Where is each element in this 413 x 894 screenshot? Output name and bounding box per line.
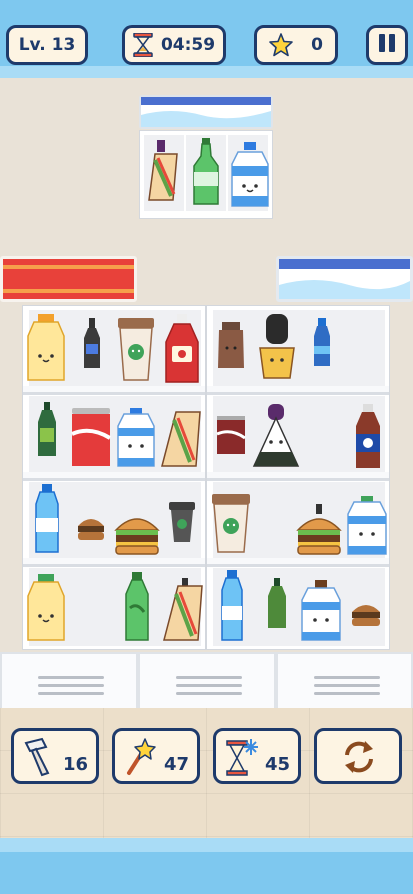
orange-juice-item[interactable] bbox=[26, 574, 66, 646]
sandwich-item[interactable] bbox=[162, 578, 204, 646]
ketchup-item[interactable] bbox=[164, 314, 200, 388]
cola-can-item[interactable] bbox=[216, 416, 246, 460]
magic-wand-count: 47 bbox=[163, 754, 189, 775]
bottom-cabinet-middle bbox=[138, 652, 276, 710]
freeze-time-tool-button[interactable]: 45 bbox=[213, 728, 301, 784]
bottom-strip bbox=[0, 838, 413, 894]
water-bottle-item[interactable] bbox=[218, 570, 246, 646]
bottom-cabinet-right bbox=[276, 652, 413, 710]
sandwich-item[interactable] bbox=[160, 410, 202, 472]
magic-wand-tool-button[interactable]: 47 bbox=[112, 728, 200, 784]
green-bottle-item[interactable] bbox=[36, 402, 58, 462]
star-badge: 0 bbox=[254, 25, 338, 65]
coffee-small-item[interactable] bbox=[168, 502, 196, 548]
hammer-tool-button[interactable]: 16 bbox=[11, 728, 99, 784]
coffee-cup-item[interactable] bbox=[116, 318, 156, 386]
shuffle-tool-button[interactable] bbox=[314, 728, 402, 784]
pause-icon bbox=[378, 33, 396, 58]
star-count: 0 bbox=[311, 35, 323, 55]
milk-bottle-item[interactable] bbox=[230, 142, 270, 212]
freeze-hourglass-icon bbox=[226, 739, 258, 776]
pause-button[interactable] bbox=[366, 25, 408, 65]
cola-can-item[interactable] bbox=[70, 408, 112, 472]
green-bottle-item[interactable] bbox=[266, 578, 288, 634]
dark-bottle-item[interactable] bbox=[82, 318, 102, 374]
milk-bottle-item[interactable] bbox=[300, 580, 342, 646]
green-soda-item[interactable] bbox=[191, 138, 221, 212]
burger-item[interactable] bbox=[114, 512, 160, 560]
pudding-item[interactable] bbox=[256, 314, 298, 384]
water-small-item[interactable] bbox=[312, 318, 332, 372]
water-bottle-item[interactable] bbox=[32, 484, 62, 558]
top-display-sign bbox=[139, 95, 273, 129]
level-label: Lv. 13 bbox=[18, 35, 76, 55]
hammer-count: 16 bbox=[62, 754, 88, 775]
sandwich-item[interactable] bbox=[145, 140, 181, 210]
coffee-jar-item[interactable] bbox=[216, 322, 246, 374]
left-shelf-sign bbox=[0, 256, 137, 302]
bottom-cabinet-left bbox=[0, 652, 138, 710]
milk-bottle-item[interactable] bbox=[116, 408, 156, 472]
level-badge: Lv. 13 bbox=[6, 25, 88, 65]
hammer-icon bbox=[24, 737, 50, 777]
milk-bottle-item[interactable] bbox=[346, 496, 388, 560]
hourglass-icon bbox=[133, 33, 153, 57]
green-soda-item[interactable] bbox=[122, 572, 152, 646]
burger-item[interactable] bbox=[296, 504, 342, 560]
right-shelf-sign bbox=[276, 256, 413, 302]
coffee-cup-item[interactable] bbox=[210, 494, 252, 558]
cola-bottle-item[interactable] bbox=[354, 404, 382, 474]
timer-badge: 04:59 bbox=[122, 25, 226, 65]
timer-value: 04:59 bbox=[160, 35, 216, 55]
onigiri-item[interactable] bbox=[252, 404, 300, 474]
star-icon bbox=[269, 33, 293, 57]
magic-wand-icon bbox=[127, 738, 156, 775]
freeze-time-count: 45 bbox=[264, 754, 290, 775]
shuffle-icon bbox=[345, 741, 373, 773]
orange-juice-item[interactable] bbox=[26, 314, 66, 386]
burger-small-item[interactable] bbox=[350, 600, 382, 632]
burger-small-item[interactable] bbox=[76, 514, 106, 546]
